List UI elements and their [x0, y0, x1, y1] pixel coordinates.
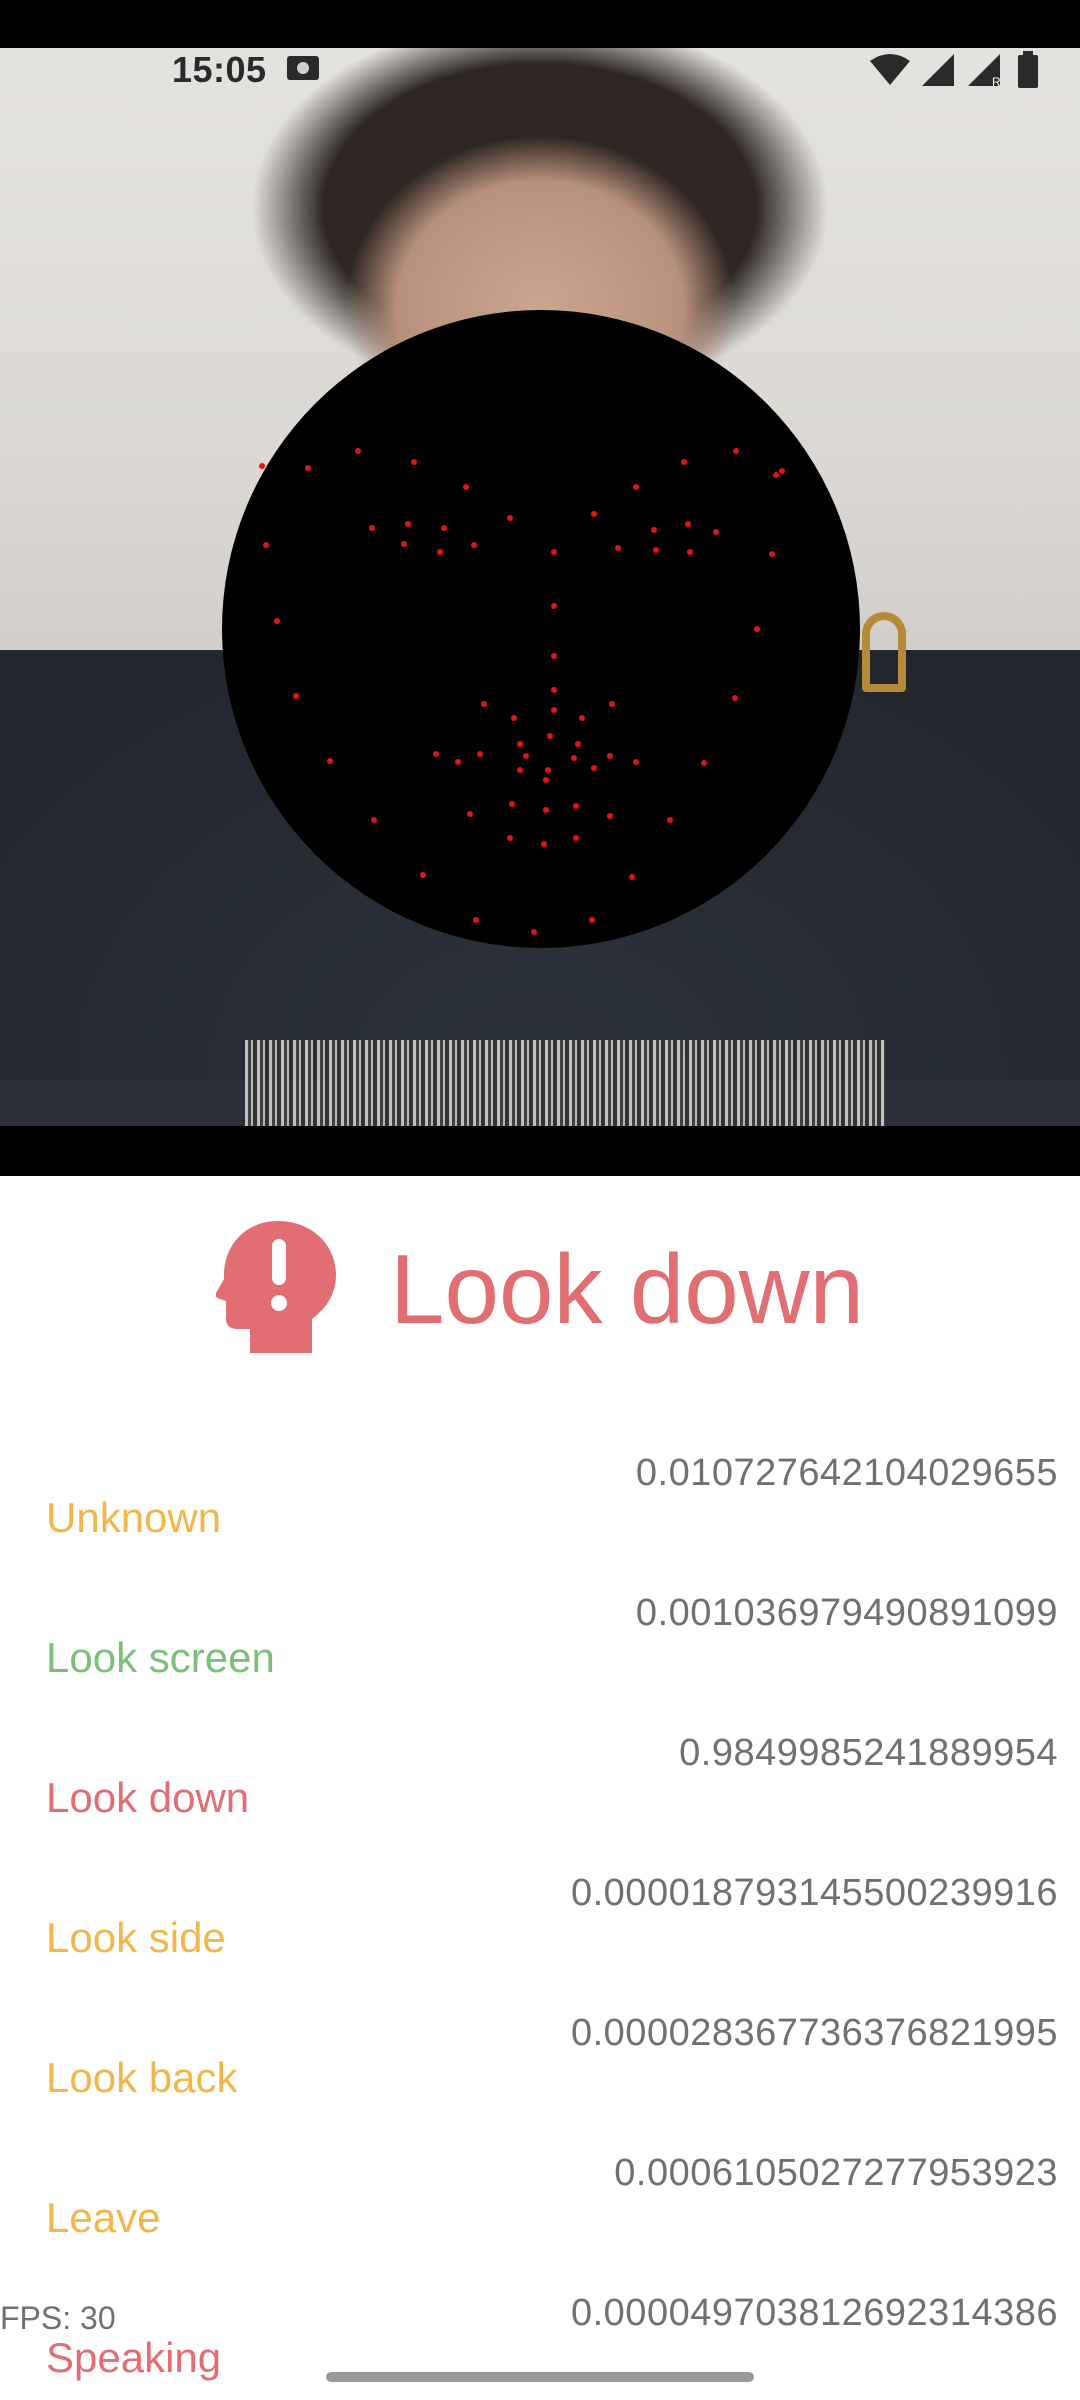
prob-value: 0.010727642104029655	[635, 1452, 1058, 1494]
screen: 15:05 R Look down Unknown 0.010727642104…	[0, 0, 1080, 2400]
prob-value: 0.0006105027277953923	[614, 2152, 1058, 2194]
landmark-points	[259, 448, 785, 935]
prob-label: Unknown	[46, 1494, 222, 1541]
prob-value: 0.001036979490891099	[635, 1592, 1058, 1634]
head-alert-icon	[215, 1219, 340, 1360]
result-label: Look down	[389, 1233, 865, 1344]
battery-icon	[1016, 51, 1040, 89]
svg-text:R: R	[992, 75, 1001, 88]
prob-row-leave: Leave 0.0006105027277953923	[0, 2152, 1080, 2242]
fps-counter: FPS: 30	[0, 2300, 116, 2336]
prob-value: 0.000049703812692314386	[570, 2292, 1058, 2334]
prob-row-unknown: Unknown 0.010727642104029655	[0, 1452, 1080, 1542]
prob-row-speaking: Speaking 0.000049703812692314386	[0, 2292, 1080, 2382]
prob-label: Look down	[46, 1774, 250, 1821]
image-icon	[285, 52, 321, 89]
face-landmarks	[259, 448, 785, 935]
result-header: Look down	[0, 1220, 1080, 1354]
prob-row-look-side: Look side 0.000018793145500239916	[0, 1872, 1080, 1962]
prob-label: Look side	[46, 1914, 226, 1961]
status-icons: R	[870, 51, 1040, 89]
prob-label: Leave	[46, 2194, 161, 2241]
wifi-icon	[870, 53, 910, 87]
camera-preview	[0, 0, 1080, 1176]
roaming-signal-icon: R	[966, 52, 1006, 88]
prob-label: Look screen	[46, 1634, 275, 1681]
prob-row-look-down: Look down 0.9849985241889954	[0, 1732, 1080, 1822]
signal-icon	[920, 52, 956, 88]
prob-label: Look back	[46, 2054, 238, 2101]
prob-value: 0.000028367736376821995	[570, 2012, 1058, 2054]
gesture-navigation-bar[interactable]	[326, 2372, 754, 2382]
prob-row-look-back: Look back 0.000028367736376821995	[0, 2012, 1080, 2102]
prob-row-look-screen: Look screen 0.001036979490891099	[0, 1592, 1080, 1682]
prob-label: Speaking	[46, 2334, 222, 2381]
status-time: 15:05	[172, 49, 267, 90]
prob-value: 0.000018793145500239916	[570, 1872, 1058, 1914]
prob-value: 0.9849985241889954	[679, 1732, 1058, 1774]
status-bar: 15:05 R	[0, 40, 1080, 100]
